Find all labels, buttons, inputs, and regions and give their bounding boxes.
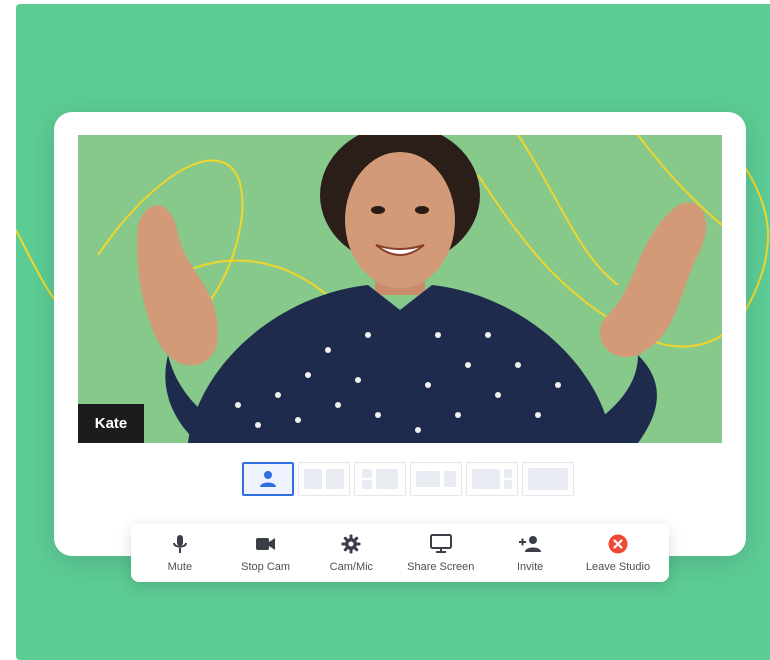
close-circle-icon xyxy=(607,533,629,555)
leave-studio-label: Leave Studio xyxy=(585,561,651,573)
layout-two-up[interactable] xyxy=(298,462,350,496)
layout-selector xyxy=(242,462,574,498)
mute-label: Mute xyxy=(167,561,193,573)
leave-studio-button[interactable]: Leave Studio xyxy=(586,533,650,573)
add-person-icon xyxy=(519,533,542,555)
studio-toolbar: Mute Stop Cam Cam/Mic Share Screen Invit… xyxy=(131,524,669,582)
layout-three-up[interactable] xyxy=(354,462,406,496)
mute-button[interactable]: Mute xyxy=(150,533,210,573)
cam-mic-settings-button[interactable]: Cam/Mic xyxy=(321,533,381,573)
layout-screen-only[interactable] xyxy=(522,462,574,496)
stop-cam-button[interactable]: Stop Cam xyxy=(236,533,296,573)
layout-screen-plus-one[interactable] xyxy=(410,462,462,496)
stop-cam-label: Stop Cam xyxy=(241,561,291,573)
share-screen-label: Share Screen xyxy=(407,561,475,573)
video-feed xyxy=(78,135,722,443)
monitor-icon xyxy=(429,533,452,555)
invite-label: Invite xyxy=(516,561,544,573)
person-icon xyxy=(260,471,276,487)
gear-icon xyxy=(340,533,362,555)
share-screen-button[interactable]: Share Screen xyxy=(407,533,474,573)
cam-mic-label: Cam/Mic xyxy=(329,561,374,573)
webcam-video-image xyxy=(97,135,722,443)
microphone-icon xyxy=(169,533,191,555)
invite-button[interactable]: Invite xyxy=(500,533,560,573)
layout-screen-side[interactable] xyxy=(466,462,518,496)
video-camera-icon xyxy=(255,533,277,555)
participant-name-tag: Kate xyxy=(78,404,144,443)
layout-single[interactable] xyxy=(242,462,294,496)
